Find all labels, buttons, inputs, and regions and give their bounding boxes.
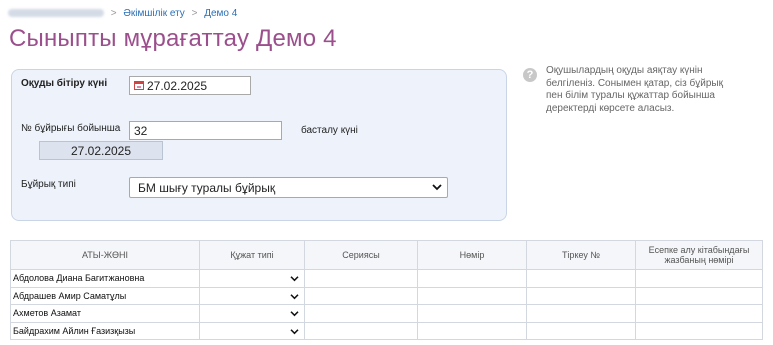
student-name: Абдрашев Амир Саматұлы xyxy=(10,286,200,305)
doc-type-select[interactable] xyxy=(199,269,305,288)
series-cell[interactable] xyxy=(304,286,418,305)
start-date-field: 27.02.2025 xyxy=(39,141,163,160)
chevron-down-icon xyxy=(290,293,299,299)
page-title: Сыныпты мұрағаттау Демо 4 xyxy=(9,25,337,52)
book-entry-cell[interactable] xyxy=(635,269,763,288)
table-row: Абдолова Диана Багитжановна xyxy=(10,269,763,288)
series-cell[interactable] xyxy=(304,321,418,340)
reg-number-cell[interactable] xyxy=(526,269,636,288)
student-name: Абдолова Диана Багитжановна xyxy=(10,269,200,288)
order-type-value: БМ шығу туралы бұйрық xyxy=(138,181,276,195)
book-entry-cell[interactable] xyxy=(635,321,763,340)
breadcrumb-hidden-item[interactable] xyxy=(8,9,104,18)
student-name: Байдрахим Айлин Ғазизқызы xyxy=(10,321,200,340)
breadcrumb-item-demo[interactable]: Демо 4 xyxy=(204,8,237,19)
book-entry-cell[interactable] xyxy=(635,304,763,323)
breadcrumb-separator: > xyxy=(191,8,198,19)
column-header-series: Сериясы xyxy=(304,240,418,270)
reg-number-cell[interactable] xyxy=(526,321,636,340)
start-date-label: басталу күні xyxy=(301,125,358,136)
students-table: АТЫ-ЖӨНІ Құжат типі Сериясы Нөмір Тіркеу… xyxy=(10,240,763,340)
student-name: Ахметов Азамат xyxy=(10,304,200,323)
order-number-label: № бұйрығы бойынша xyxy=(21,123,121,134)
graduation-date-value: 27.02.2025 xyxy=(147,79,208,93)
doc-type-select[interactable] xyxy=(199,286,305,305)
breadcrumb-item-administration[interactable]: Әкімшілік ету xyxy=(123,8,184,19)
table-row: Ахметов Азамат xyxy=(10,304,763,323)
chevron-down-icon xyxy=(290,311,299,317)
table-header-row: АТЫ-ЖӨНІ Құжат типі Сериясы Нөмір Тіркеу… xyxy=(10,240,763,270)
calendar-icon[interactable] xyxy=(134,81,144,90)
reg-number-cell[interactable] xyxy=(526,304,636,323)
table-row: Абдрашев Амир Саматұлы xyxy=(10,286,763,305)
reg-number-cell[interactable] xyxy=(526,286,636,305)
order-number-field[interactable]: 32 xyxy=(129,121,282,140)
column-header-reg-number: Тіркеу № xyxy=(526,240,636,270)
series-cell[interactable] xyxy=(304,304,418,323)
number-cell[interactable] xyxy=(417,304,527,323)
column-header-number: Нөмір xyxy=(417,240,527,270)
book-entry-cell[interactable] xyxy=(635,286,763,305)
chevron-down-icon xyxy=(290,276,299,282)
breadcrumb: > Әкімшілік ету > Демо 4 xyxy=(8,8,237,19)
info-icon: ? xyxy=(523,68,537,82)
number-cell[interactable] xyxy=(417,286,527,305)
column-header-book-entry: Есепке алу кітабындағы жазбаның нөмірі xyxy=(635,240,763,270)
column-header-doc-type: Құжат типі xyxy=(199,240,305,270)
column-header-name: АТЫ-ЖӨНІ xyxy=(10,240,200,270)
graduation-date-label: Оқуды бітіру күні xyxy=(21,78,108,89)
chevron-down-icon xyxy=(290,328,299,334)
series-cell[interactable] xyxy=(304,269,418,288)
breadcrumb-separator: > xyxy=(110,8,117,19)
order-type-label: Бұйрық типі xyxy=(21,179,76,190)
archive-form-panel: Оқуды бітіру күні 27.02.2025 № бұйрығы б… xyxy=(11,69,507,221)
number-cell[interactable] xyxy=(417,321,527,340)
graduation-date-field[interactable]: 27.02.2025 xyxy=(129,76,251,95)
number-cell[interactable] xyxy=(417,269,527,288)
doc-type-select[interactable] xyxy=(199,304,305,323)
order-type-select[interactable]: БМ шығу туралы бұйрық xyxy=(129,177,448,198)
info-text: Оқушылардың оқуды аяқтау күнін белгілені… xyxy=(546,65,723,114)
doc-type-select[interactable] xyxy=(199,321,305,340)
table-row: Байдрахим Айлин Ғазизқызы xyxy=(10,321,763,340)
chevron-down-icon xyxy=(432,184,442,191)
